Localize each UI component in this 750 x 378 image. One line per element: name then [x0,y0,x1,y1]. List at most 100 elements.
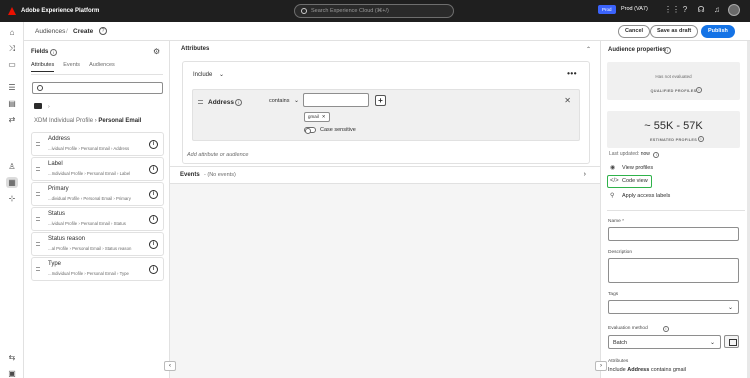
notifications-icon[interactable]: ☊ [696,5,706,15]
audiences-icon[interactable]: ▦ [6,177,18,188]
field-item-address[interactable]: Address ...ividual Profile › Personal Em… [31,132,164,156]
help-icon[interactable]: ? [680,5,690,15]
chevron-down-icon[interactable]: ⌄ [710,339,715,346]
include-dropdown[interactable]: Include [193,72,212,78]
monitoring-icon[interactable]: ▣ [6,368,18,378]
drag-handle-icon[interactable] [36,242,40,246]
drag-handle-icon[interactable] [36,167,40,171]
label-icon: ⚲ [610,193,615,199]
field-item-type[interactable]: Type ...Individual Profile › Personal Em… [31,257,164,281]
workflows-icon[interactable]: ⤨ [6,43,18,54]
chevron-down-icon[interactable]: ⌄ [294,97,299,104]
sandbox-switcher[interactable]: Prod (VA7) [621,6,648,12]
global-search-input[interactable]: Search Experience Cloud (⌘+/) [294,4,454,18]
folder-icon[interactable] [34,103,42,109]
attributes-title: Attributes [181,46,210,52]
info-icon[interactable]: i [696,87,702,93]
apply-access-labels-button[interactable]: ⚲ Apply access labels [610,192,670,199]
description-textarea[interactable] [608,258,739,283]
adobe-logo-icon[interactable] [8,7,16,15]
info-icon[interactable]: i [149,215,158,224]
destinations-icon[interactable]: ⇆ [6,352,18,363]
view-profiles-button[interactable]: ◉ View profiles [610,164,653,171]
tab-events[interactable]: Events [63,62,80,72]
value-chip[interactable]: gmail ✕ [304,112,330,122]
chevron-down-icon[interactable]: ⌄ [219,71,224,78]
page-header: Audiences / Create ? Cancel Save as draf… [24,22,750,41]
identities-icon[interactable]: ⊹ [6,193,18,204]
info-icon[interactable]: i [149,265,158,274]
info-icon[interactable]: i [698,136,704,142]
home-icon[interactable]: ⌂ [6,27,18,38]
drag-handle-icon[interactable] [36,192,40,196]
path-chevron-icon[interactable]: › [48,104,50,110]
events-section[interactable]: Events - (No events) › [170,167,600,184]
name-input[interactable] [608,227,739,241]
attributes-summary-label: Attributes [608,359,629,364]
evaluation-method-label: Evaluation method [608,326,648,331]
schedule-picker-button[interactable] [724,335,739,348]
collapse-fields-button[interactable]: ‹ [164,361,176,371]
rule-value-input[interactable] [303,93,369,107]
info-icon[interactable]: i [653,152,660,158]
tags-combobox[interactable]: ⌄ [608,300,739,314]
info-icon[interactable]: i [664,47,671,54]
chevron-up-icon[interactable]: ⌃ [586,46,591,53]
estimated-profiles-card: ~ 55K - 57K ESTIMATED PROFILES i [607,111,740,148]
fields-title: Fields [31,49,49,55]
info-icon[interactable]: i [149,140,158,149]
case-sensitive-toggle[interactable] [304,127,316,134]
drag-handle-icon[interactable] [36,267,40,271]
sources-icon[interactable]: ⇄ [6,114,18,125]
breadcrumb-audiences[interactable]: Audiences [35,28,65,35]
settings-gear-icon[interactable]: ⚙ [153,47,160,56]
tab-attributes[interactable]: Attributes [31,62,55,72]
tab-audiences[interactable]: Audiences [89,62,115,72]
field-item-primary[interactable]: Primary ...dividual Profile › Personal E… [31,182,164,206]
field-item-status-reason[interactable]: Status reason ...al Profile › Personal E… [31,232,164,256]
drag-handle-icon[interactable] [36,142,40,146]
user-avatar[interactable] [728,4,740,16]
qualified-label: QUALIFIED PROFILES [650,89,697,93]
expand-properties-button[interactable]: › [595,361,607,371]
properties-title: Audience properties [608,47,667,53]
chevron-right-icon[interactable]: › [584,171,586,178]
app-title[interactable]: Adobe Experience Platform [21,8,99,14]
drag-handle-icon[interactable] [36,217,40,221]
more-options-icon[interactable]: ••• [567,69,577,78]
info-icon[interactable]: i [149,190,158,199]
close-icon[interactable]: ✕ [564,96,571,105]
apps-grid-icon[interactable]: ⋮⋮ [664,5,680,15]
schemas-icon[interactable]: ☰ [6,82,18,93]
publish-button[interactable]: Publish [701,25,735,38]
profiles-icon[interactable]: ♙ [6,161,18,172]
field-name: Status reason [48,236,86,242]
info-icon[interactable]: i [663,326,669,332]
info-icon[interactable]: i [149,165,158,174]
dashboards-icon[interactable]: ▭ [6,59,18,70]
estimate-value: ~ 55K - 57K [644,120,703,132]
info-icon[interactable]: i [235,99,242,106]
info-icon[interactable]: i [50,49,57,56]
field-item-status[interactable]: Status ...ividual Profile › Personal Ema… [31,207,164,231]
field-name: Primary [48,186,69,192]
save-as-draft-button[interactable]: Save as draft [650,25,699,38]
code-view-button[interactable]: </> Code view [610,178,648,184]
help-circle-icon[interactable]: ? [99,27,107,35]
path-root[interactable]: XDM Individual Profile [34,118,93,124]
datasets-icon[interactable]: ▤ [6,98,18,109]
bell-icon[interactable]: ♫ [712,5,722,15]
add-attribute-dropzone[interactable]: Add attribute or audience [187,152,248,158]
drag-handle-icon[interactable] [198,100,203,104]
evaluation-method-select[interactable]: Batch ⌄ [608,335,721,349]
remove-chip-icon[interactable]: ✕ [322,114,326,119]
evaluation-method-value: Batch [613,340,628,346]
add-value-button[interactable]: + [375,95,386,106]
cancel-button[interactable]: Cancel [618,25,651,38]
field-item-label[interactable]: Label ...Individual Profile › Personal E… [31,157,164,181]
chevron-down-icon[interactable]: ⌄ [728,304,733,311]
sandbox-badge[interactable]: Prod [598,5,616,14]
operator-dropdown[interactable]: contains [269,98,290,104]
info-icon[interactable]: i [149,240,158,249]
fields-search-input[interactable] [32,82,163,94]
